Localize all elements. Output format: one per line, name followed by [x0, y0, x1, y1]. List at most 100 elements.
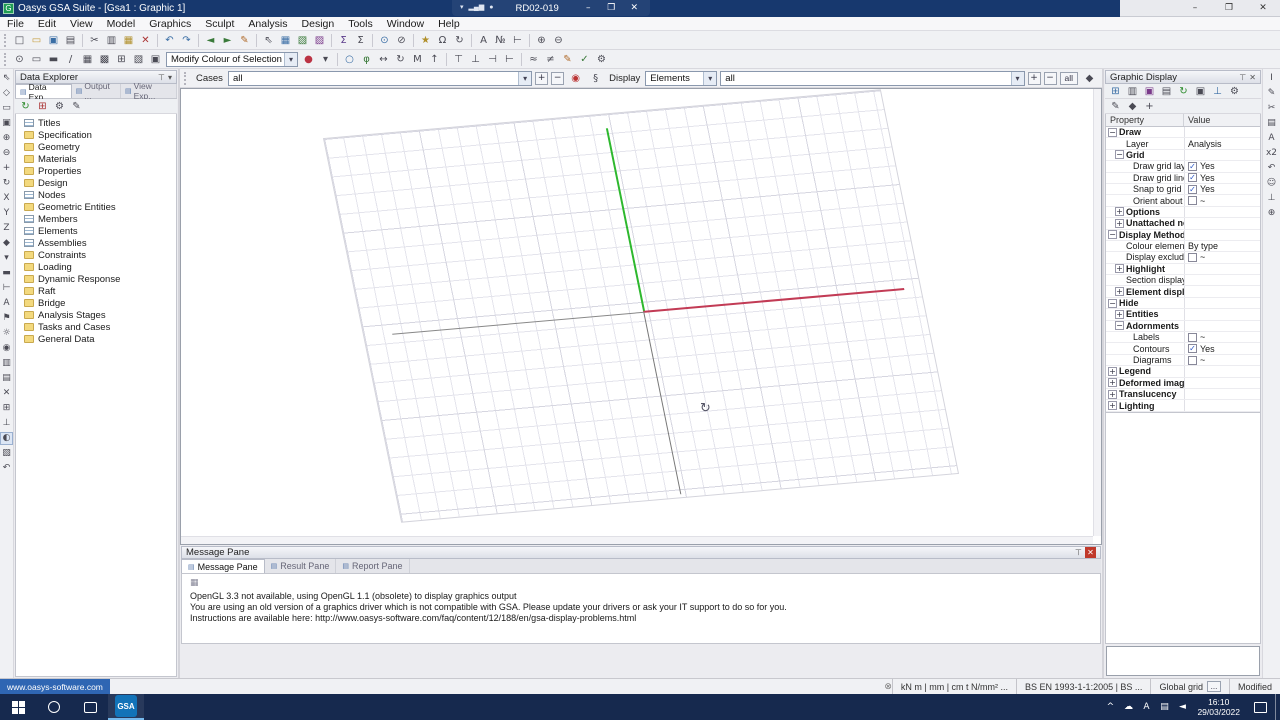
minimize-button[interactable]: –: [1178, 0, 1212, 16]
label-numbers-icon[interactable]: №: [492, 33, 509, 48]
volume-clip-icon[interactable]: ▧: [0, 447, 13, 460]
volume-icon[interactable]: ◄: [1173, 696, 1191, 718]
view-iso-icon[interactable]: ◆: [0, 237, 13, 250]
tree-item-assemblies[interactable]: Assemblies: [16, 237, 176, 249]
explorer-tools-icon[interactable]: ✎: [68, 99, 85, 114]
pin-icon[interactable]: ◆: [1081, 71, 1098, 86]
reset-view-icon[interactable]: ↶: [0, 462, 13, 475]
menu-design[interactable]: Design: [295, 17, 342, 31]
copy-graphic-icon[interactable]: ▥: [1124, 84, 1141, 99]
sun-tool-icon[interactable]: ☼: [0, 327, 13, 340]
scale-x2-icon[interactable]: x2: [1265, 147, 1278, 160]
grid-selector[interactable]: Global grid ...: [1150, 679, 1229, 694]
magnify-icon[interactable]: ⊕: [1265, 207, 1278, 220]
explorer-tree[interactable]: Titles Specification Geometry Materials Prop…: [15, 114, 177, 677]
chevron-down-icon[interactable]: ▾: [1010, 71, 1024, 85]
explorer-tab-data-exp[interactable]: ▤ Data Exp...: [15, 82, 72, 102]
measure-icon[interactable]: ⊢: [0, 282, 13, 295]
align-bottom-icon[interactable]: ⊥: [467, 52, 484, 67]
new-graphic-view-icon[interactable]: ⊞: [1107, 84, 1124, 99]
menu-help[interactable]: Help: [431, 17, 467, 31]
menu-analysis[interactable]: Analysis: [241, 17, 294, 31]
toolbar-grip[interactable]: [4, 33, 7, 47]
property-row-adornments[interactable]: − Adornments: [1106, 320, 1260, 333]
pin-icon[interactable]: ⊤: [1075, 548, 1082, 557]
tree-item-members[interactable]: Members: [16, 213, 176, 225]
print-image-icon[interactable]: ▤: [0, 372, 13, 385]
paste-icon[interactable]: ▦: [120, 33, 137, 48]
orbit-icon[interactable]: ↻: [0, 177, 13, 190]
redo-icon[interactable]: ↷: [178, 33, 195, 48]
tree-item-titles[interactable]: Titles: [16, 117, 176, 129]
close-icon[interactable]: ✕: [1085, 547, 1096, 558]
message-tab-report-pane[interactable]: ▤ Report Pane: [336, 559, 410, 573]
element-tool-icon[interactable]: ⊘: [393, 33, 410, 48]
open-file-icon[interactable]: ▭: [28, 33, 45, 48]
cursor-info-icon[interactable]: I: [1265, 72, 1278, 85]
rdp-lock-icon[interactable]: ●: [489, 0, 493, 16]
rdp-close-button[interactable]: ✕: [627, 3, 642, 13]
plus-expand-icon[interactable]: +: [1108, 401, 1117, 411]
menu-file[interactable]: File: [0, 17, 31, 31]
checkbox[interactable]: [1188, 355, 1197, 365]
rdp-minimize-button[interactable]: –: [581, 3, 596, 13]
property-row-lighting[interactable]: + Lighting: [1106, 400, 1260, 412]
save-icon[interactable]: ▣: [45, 33, 62, 48]
case-list-icon[interactable]: §: [587, 71, 604, 86]
camera-icon[interactable]: ◉: [0, 342, 13, 355]
minus-expand-icon[interactable]: −: [1108, 230, 1117, 240]
menu-window[interactable]: Window: [380, 17, 431, 31]
search-button[interactable]: [36, 694, 72, 720]
section-view-icon[interactable]: ▬: [0, 267, 13, 280]
checkbox[interactable]: ✓: [1188, 184, 1197, 194]
onedrive-icon[interactable]: ☁: [1119, 696, 1137, 718]
tree-item-design[interactable]: Design: [16, 177, 176, 189]
start-button[interactable]: [0, 694, 36, 720]
checkbox[interactable]: ✓: [1188, 161, 1197, 171]
property-row-hide[interactable]: − Hide: [1106, 297, 1260, 310]
property-row-layer[interactable]: Layer Analysis: [1106, 138, 1260, 150]
property-row-diagrams[interactable]: Diagrams ~: [1106, 354, 1260, 367]
dock-pane-icon[interactable]: +: [1141, 99, 1158, 114]
menu-tools[interactable]: Tools: [341, 17, 380, 31]
explorer-tab-output[interactable]: ▤ Output ...: [72, 81, 121, 101]
tree-item-analysis-stages[interactable]: Analysis Stages: [16, 309, 176, 321]
case-target-icon[interactable]: ◉: [567, 71, 584, 86]
property-row-element-display[interactable]: +Element display: [1106, 286, 1260, 298]
zoom-window-icon[interactable]: ▣: [0, 117, 13, 130]
select-lines-icon[interactable]: /: [62, 52, 79, 67]
chevron-down-icon[interactable]: ▾: [703, 71, 717, 85]
plus-expand-icon[interactable]: +: [1108, 378, 1117, 388]
font-icon[interactable]: A: [475, 33, 492, 48]
check-tool-icon[interactable]: ✓: [576, 52, 593, 67]
print-graphic-icon[interactable]: ▤: [1158, 84, 1175, 99]
cut-section-icon[interactable]: ✂: [1265, 102, 1278, 115]
plus-expand-icon[interactable]: +: [1115, 207, 1124, 217]
toolbar-grip[interactable]: [184, 71, 187, 85]
join-tool-icon[interactable]: ≈: [525, 52, 542, 67]
property-row-unattached-nodes[interactable]: +Unattached nodes: [1106, 218, 1260, 230]
print-icon[interactable]: ▤: [62, 33, 79, 48]
explorer-tab-view-exp[interactable]: ▤ View Exp...: [121, 81, 177, 101]
view-x-icon[interactable]: X: [0, 192, 13, 205]
tree-item-materials[interactable]: Materials: [16, 153, 176, 165]
tray-expand-icon[interactable]: ^: [1101, 696, 1119, 718]
property-row-deformed-image[interactable]: + Deformed image: [1106, 377, 1260, 389]
vertical-scrollbar[interactable]: [1093, 89, 1101, 536]
format-brush-icon[interactable]: ✎: [236, 33, 253, 48]
remove-filter-button[interactable]: −: [1043, 71, 1057, 85]
align-right-icon[interactable]: ⊢: [501, 52, 518, 67]
property-row-display-methods[interactable]: − Display Methods: [1106, 229, 1260, 241]
property-row-colour-elements[interactable]: Colour elements By type: [1106, 240, 1260, 253]
chevron-down-icon[interactable]: ▾: [518, 71, 532, 85]
property-row-draw-grid-lay[interactable]: Draw grid lay...✓Yes: [1106, 161, 1260, 173]
plus-expand-icon[interactable]: +: [1115, 309, 1124, 319]
tree-item-loading[interactable]: Loading: [16, 261, 176, 273]
plus-expand-icon[interactable]: +: [1115, 264, 1124, 274]
rdp-restore-button[interactable]: ❐: [604, 3, 619, 13]
graphic-settings-icon[interactable]: ⚙: [1226, 84, 1243, 99]
edit-properties-icon[interactable]: ✎: [1107, 99, 1124, 114]
property-row-snap-to-grid[interactable]: Snap to grid ✓ Yes: [1106, 183, 1260, 196]
dimension-icon[interactable]: ⊢: [509, 33, 526, 48]
polyline-select-icon[interactable]: ◇: [0, 87, 13, 100]
